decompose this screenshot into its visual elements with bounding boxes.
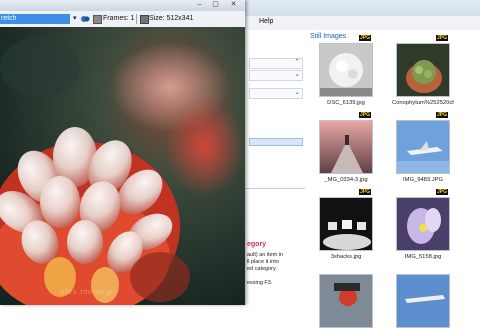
frames-count: Frames: 1: [103, 15, 135, 22]
close-button[interactable]: ✕: [228, 1, 239, 9]
thumbnail-image[interactable]: [319, 197, 373, 251]
thumbnail-image[interactable]: [319, 120, 373, 174]
panel-row[interactable]: ⌃: [249, 58, 303, 69]
description-line: ll place it into: [247, 259, 279, 265]
toolbar-separator: [136, 14, 137, 24]
jpg-badge: JPG: [358, 189, 371, 195]
description-line: ault) an item in: [247, 252, 284, 258]
thumbnail-caption: _MG_0334-3.jpg: [324, 177, 368, 183]
jpg-badge: JPG: [358, 35, 371, 41]
thumbnail-image[interactable]: [319, 43, 373, 97]
description-line: essing F3.: [247, 280, 273, 286]
viewer-titlebar: – ▢ ✕: [0, 0, 245, 11]
dropdown-arrow-icon[interactable]: ▾: [73, 14, 77, 22]
panel-row[interactable]: ⌄: [249, 88, 303, 99]
chevron-down-icon[interactable]: ⌄: [294, 70, 300, 78]
divider: [245, 188, 305, 189]
jpg-badge: JPG: [435, 112, 448, 118]
minimize-button[interactable]: –: [194, 1, 205, 9]
background-app-window: Help ⌃ ⌄ ⌄ egory ault) an item in ll pla…: [245, 0, 480, 328]
size-icon: [140, 15, 149, 24]
menu-help[interactable]: Help: [259, 18, 273, 25]
jpg-badge: JPG: [358, 112, 371, 118]
watermark-text: tiles tmr.mtgr: [60, 289, 115, 296]
thumbnail-caption: IMG_5158.jpg: [404, 254, 442, 260]
zoom-mode-select[interactable]: retch: [0, 14, 70, 24]
thumbnail-image[interactable]: [396, 197, 450, 251]
gallery-title: Still Images: [310, 33, 347, 40]
chevron-up-icon[interactable]: ⌃: [294, 58, 300, 66]
fit-tool-icon[interactable]: [80, 14, 90, 24]
thumbnail-image[interactable]: [319, 274, 373, 328]
thumbnail-caption: IMG_9483.JPG: [403, 177, 443, 183]
menu-bar: Help: [245, 16, 480, 31]
thumbnail-caption: DSC_6139.jpg: [327, 100, 365, 106]
jpg-badge: JPG: [435, 35, 448, 41]
thumbnail-image[interactable]: [396, 120, 450, 174]
thumbnail-caption: 3shacks.jpg: [330, 254, 362, 260]
image-size: Size: 512x341: [149, 15, 194, 22]
background-titlebar: [245, 0, 480, 16]
frames-icon: [93, 15, 102, 24]
flower-photo: tiles tmr.mtgr: [0, 27, 245, 305]
jpg-badge: JPG: [435, 189, 448, 195]
viewer-toolbar: retch ▾ Frames: 1 Size: 512x341: [0, 11, 245, 28]
thumbnail-caption: Conophytum%252520cha...: [392, 100, 454, 106]
thumbnail-image[interactable]: [396, 43, 450, 97]
chevron-down-icon[interactable]: ⌄: [294, 88, 300, 96]
panel-row[interactable]: ⌄: [249, 70, 303, 81]
thumbnail-image[interactable]: [396, 274, 450, 328]
side-panel: ⌃ ⌄ ⌄ egory ault) an item in ll place it…: [245, 30, 306, 305]
selected-row[interactable]: [249, 138, 303, 146]
description-line: ed category.: [247, 266, 277, 272]
still-images-panel: Still Images JPG DSC_6139.jpg JPG Conoph…: [305, 30, 480, 328]
maximize-button[interactable]: ▢: [210, 1, 221, 9]
category-heading: egory: [247, 241, 267, 248]
image-viewer-window: – ▢ ✕ retch ▾ Frames: 1 Size: 512x341 ti…: [0, 0, 245, 305]
